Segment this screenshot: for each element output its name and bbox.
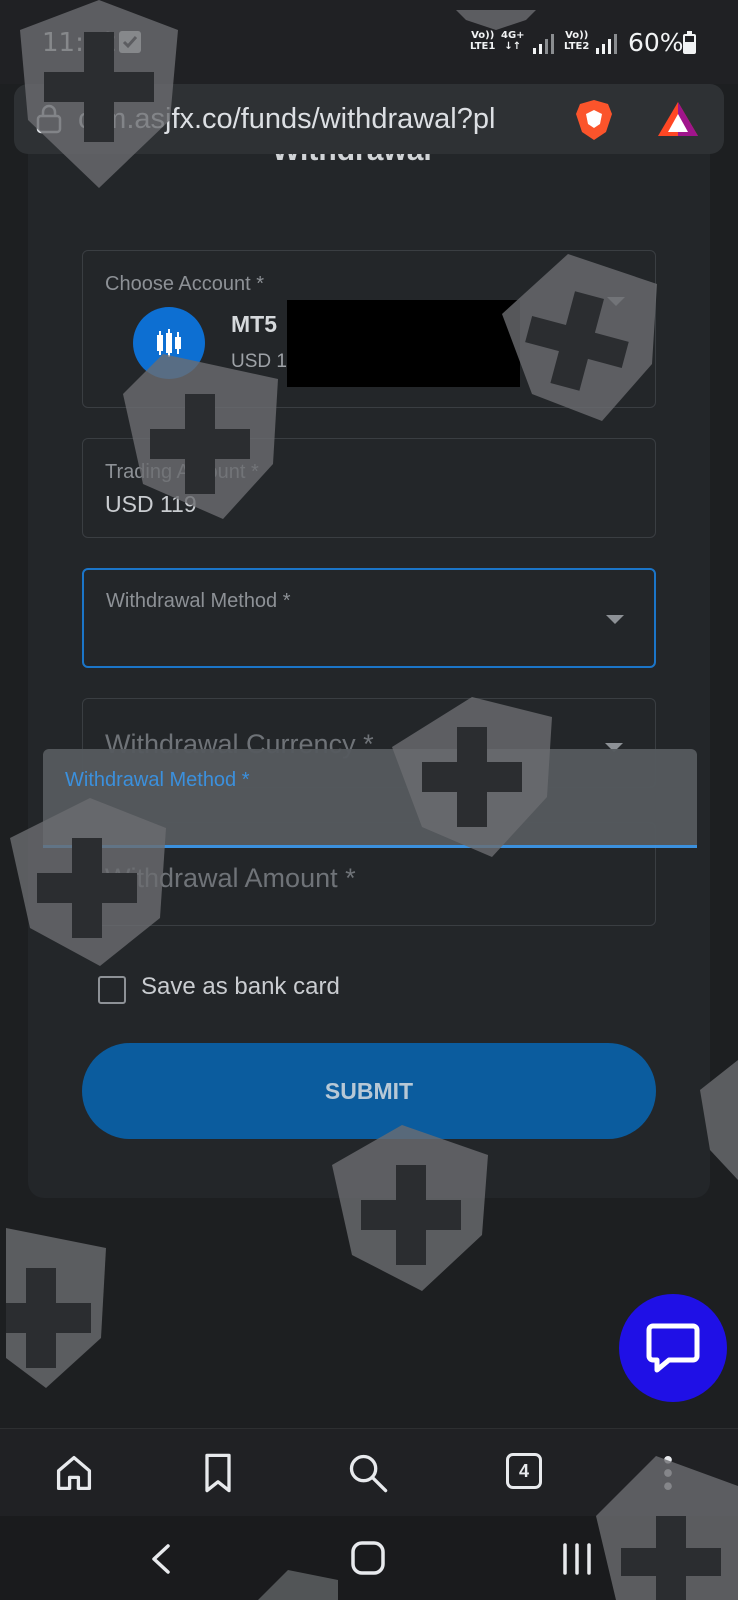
brave-shields-icon[interactable] — [574, 98, 614, 142]
sim1-lte: LTE1 — [470, 41, 496, 52]
bookmark-icon[interactable] — [196, 1451, 240, 1495]
network-indicator: 4G+ ↓↑ — [501, 30, 525, 52]
trading-amount-field: Trading Amount * USD 119 — [82, 438, 656, 538]
choose-account-select[interactable]: Choose Account * MT5 USD 1 — [82, 250, 656, 408]
account-balance: USD 1 — [231, 351, 287, 372]
network-type: 4G+ — [501, 30, 525, 41]
url-text[interactable]: crm.asjfx.co/funds/withdrawal?pl — [78, 103, 558, 136]
sim2-volte: Vo)) — [565, 30, 589, 41]
page-title: Withdrawal — [272, 154, 462, 168]
sim2-lte: LTE2 — [564, 41, 590, 52]
save-bank-card-label[interactable]: Save as bank card — [141, 973, 340, 1001]
home-icon[interactable] — [52, 1451, 96, 1495]
shield-watermark-icon — [6, 1228, 106, 1388]
battery-percent: 60% — [628, 28, 684, 57]
sim2-indicator: Vo)) LTE2 — [564, 30, 589, 52]
signal1-icon — [533, 34, 554, 54]
trading-amount-label: Trading Amount * — [105, 461, 259, 483]
account-name: MT5 — [231, 311, 277, 337]
shield-watermark-icon — [596, 1456, 738, 1600]
chevron-down-icon[interactable] — [607, 297, 625, 306]
lock-icon[interactable] — [36, 104, 62, 134]
overlay-label: Withdrawal Method * — [65, 769, 250, 791]
battery-icon — [683, 31, 696, 54]
sim1-indicator: Vo)) LTE1 — [470, 30, 495, 52]
trading-amount-value: USD 119 — [105, 491, 197, 517]
search-icon[interactable] — [346, 1451, 390, 1495]
back-icon[interactable] — [146, 1542, 176, 1576]
withdrawal-amount-placeholder: Withdrawal Amount * — [105, 863, 356, 893]
checkbox-notification-icon — [119, 31, 141, 53]
chevron-down-icon[interactable] — [606, 615, 624, 624]
address-bar[interactable]: crm.asjfx.co/funds/withdrawal?pl — [14, 84, 724, 154]
chat-icon — [646, 1323, 700, 1373]
withdrawal-method-select[interactable]: Withdrawal Method * — [82, 568, 656, 668]
submit-button[interactable]: SUBMIT — [82, 1043, 656, 1139]
live-chat-button[interactable] — [619, 1294, 727, 1402]
save-bank-card-checkbox[interactable] — [98, 976, 126, 1004]
submit-label: SUBMIT — [324, 1078, 414, 1104]
tab-count: 4 — [506, 1453, 542, 1489]
redaction-block — [287, 300, 520, 387]
page-title-text: Withdrawal — [272, 154, 462, 168]
brave-rewards-icon[interactable] — [656, 100, 700, 138]
system-navigation-bar — [0, 1456, 738, 1600]
choose-account-label: Choose Account * — [105, 273, 264, 295]
signal2-icon — [596, 34, 617, 54]
network-activity: ↓↑ — [504, 41, 522, 52]
withdrawal-method-label: Withdrawal Method * — [106, 590, 291, 612]
withdrawal-method-dropdown-overlay[interactable]: Withdrawal Method * — [43, 749, 697, 848]
status-time: 11:12 — [42, 28, 117, 58]
home-nav-icon[interactable] — [350, 1540, 386, 1576]
tabs-button[interactable]: 4 — [506, 1453, 550, 1497]
recent-apps-icon[interactable] — [560, 1542, 594, 1576]
sim1-volte: Vo)) — [471, 30, 495, 41]
candlestick-icon — [133, 307, 205, 379]
status-bar: 11:12 Vo)) LTE1 4G+ ↓↑ Vo)) LTE2 60% — [0, 0, 738, 84]
shield-watermark-icon — [258, 1570, 338, 1600]
